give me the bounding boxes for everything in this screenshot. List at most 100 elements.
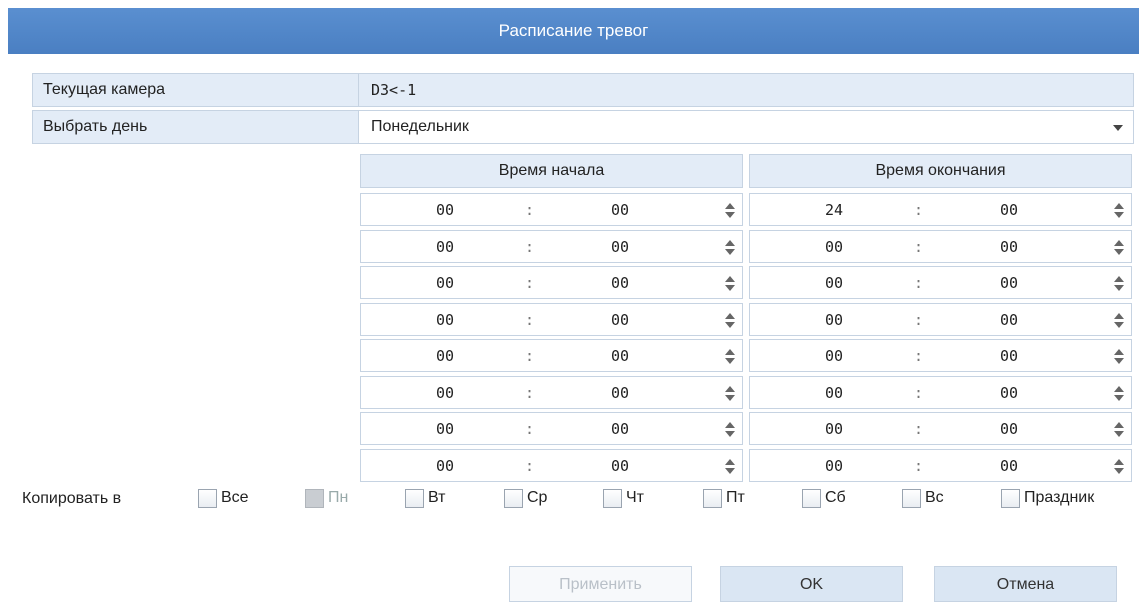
start-minute[interactable]: 00 — [611, 384, 629, 402]
cancel-button[interactable]: Отмена — [934, 566, 1117, 602]
end-minute[interactable]: 00 — [1000, 238, 1018, 256]
start-up-arrow-icon[interactable] — [725, 459, 735, 465]
end-up-arrow-icon[interactable] — [1114, 349, 1124, 355]
checkbox[interactable] — [802, 488, 821, 508]
start-down-arrow-icon[interactable] — [725, 395, 735, 401]
end-up-arrow-icon[interactable] — [1114, 386, 1124, 392]
end-hour[interactable]: 00 — [825, 347, 843, 365]
end-spinner-icon[interactable] — [1113, 311, 1125, 331]
select-day-dropdown[interactable]: Понедельник — [359, 111, 1133, 143]
start-up-arrow-icon[interactable] — [725, 349, 735, 355]
start-hour[interactable]: 00 — [436, 420, 454, 438]
copy-option-0[interactable]: Все — [198, 486, 249, 510]
start-down-arrow-icon[interactable] — [725, 322, 735, 328]
end-minute[interactable]: 00 — [1000, 420, 1018, 438]
ok-button[interactable]: OK — [720, 566, 903, 602]
start-spinner-icon[interactable] — [724, 274, 736, 294]
end-spinner-icon[interactable] — [1113, 457, 1125, 477]
apply-button[interactable]: Применить — [509, 566, 692, 602]
end-hour[interactable]: 00 — [825, 238, 843, 256]
end-up-arrow-icon[interactable] — [1114, 203, 1124, 209]
end-hour[interactable]: 00 — [825, 274, 843, 292]
start-time-field[interactable]: 00: 00 — [360, 266, 743, 299]
start-hour[interactable]: 00 — [436, 274, 454, 292]
checkbox[interactable] — [1001, 488, 1020, 508]
end-hour[interactable]: 00 — [825, 420, 843, 438]
end-down-arrow-icon[interactable] — [1114, 358, 1124, 364]
end-minute[interactable]: 00 — [1000, 201, 1018, 219]
checkbox[interactable] — [198, 488, 217, 508]
start-hour[interactable]: 00 — [436, 201, 454, 219]
end-up-arrow-icon[interactable] — [1114, 313, 1124, 319]
start-minute[interactable]: 00 — [611, 420, 629, 438]
start-spinner-icon[interactable] — [724, 201, 736, 221]
start-hour[interactable]: 00 — [436, 457, 454, 475]
start-spinner-icon[interactable] — [724, 311, 736, 331]
end-down-arrow-icon[interactable] — [1114, 249, 1124, 255]
start-up-arrow-icon[interactable] — [725, 276, 735, 282]
end-hour[interactable]: 24 — [825, 201, 843, 219]
start-hour[interactable]: 00 — [436, 384, 454, 402]
start-spinner-icon[interactable] — [724, 457, 736, 477]
chevron-down-icon[interactable] — [1113, 125, 1123, 131]
start-hour[interactable]: 00 — [436, 238, 454, 256]
checkbox[interactable] — [405, 488, 424, 508]
end-spinner-icon[interactable] — [1113, 201, 1125, 221]
start-spinner-icon[interactable] — [724, 347, 736, 367]
start-down-arrow-icon[interactable] — [725, 285, 735, 291]
end-up-arrow-icon[interactable] — [1114, 240, 1124, 246]
start-spinner-icon[interactable] — [724, 238, 736, 258]
end-hour[interactable]: 00 — [825, 457, 843, 475]
start-down-arrow-icon[interactable] — [725, 468, 735, 474]
end-spinner-icon[interactable] — [1113, 420, 1125, 440]
copy-option-8[interactable]: Праздник — [1001, 486, 1094, 510]
end-time-field[interactable]: 00: 00 — [749, 376, 1132, 409]
start-time-field[interactable]: 00: 00 — [360, 193, 743, 226]
end-down-arrow-icon[interactable] — [1114, 322, 1124, 328]
end-down-arrow-icon[interactable] — [1114, 431, 1124, 437]
start-minute[interactable]: 00 — [611, 347, 629, 365]
start-minute[interactable]: 00 — [611, 457, 629, 475]
start-down-arrow-icon[interactable] — [725, 249, 735, 255]
start-up-arrow-icon[interactable] — [725, 240, 735, 246]
end-hour[interactable]: 00 — [825, 311, 843, 329]
end-down-arrow-icon[interactable] — [1114, 212, 1124, 218]
end-minute[interactable]: 00 — [1000, 347, 1018, 365]
start-time-field[interactable]: 00: 00 — [360, 376, 743, 409]
end-time-field[interactable]: 00: 00 — [749, 230, 1132, 263]
end-minute[interactable]: 00 — [1000, 384, 1018, 402]
start-down-arrow-icon[interactable] — [725, 358, 735, 364]
checkbox[interactable] — [603, 488, 622, 508]
end-spinner-icon[interactable] — [1113, 238, 1125, 258]
copy-option-2[interactable]: Вт — [405, 486, 445, 510]
end-spinner-icon[interactable] — [1113, 274, 1125, 294]
end-hour[interactable]: 00 — [825, 384, 843, 402]
start-down-arrow-icon[interactable] — [725, 212, 735, 218]
copy-option-3[interactable]: Ср — [504, 486, 547, 510]
start-spinner-icon[interactable] — [724, 384, 736, 404]
end-time-field[interactable]: 00: 00 — [749, 449, 1132, 482]
end-up-arrow-icon[interactable] — [1114, 276, 1124, 282]
end-up-arrow-icon[interactable] — [1114, 422, 1124, 428]
copy-option-6[interactable]: Сб — [802, 486, 846, 510]
end-minute[interactable]: 00 — [1000, 457, 1018, 475]
start-time-field[interactable]: 00: 00 — [360, 230, 743, 263]
checkbox[interactable] — [902, 488, 921, 508]
start-minute[interactable]: 00 — [611, 274, 629, 292]
start-minute[interactable]: 00 — [611, 311, 629, 329]
end-down-arrow-icon[interactable] — [1114, 395, 1124, 401]
end-minute[interactable]: 00 — [1000, 274, 1018, 292]
end-spinner-icon[interactable] — [1113, 384, 1125, 404]
start-hour[interactable]: 00 — [436, 311, 454, 329]
end-spinner-icon[interactable] — [1113, 347, 1125, 367]
end-down-arrow-icon[interactable] — [1114, 285, 1124, 291]
start-up-arrow-icon[interactable] — [725, 313, 735, 319]
end-time-field[interactable]: 00: 00 — [749, 339, 1132, 372]
end-down-arrow-icon[interactable] — [1114, 468, 1124, 474]
copy-option-4[interactable]: Чт — [603, 486, 644, 510]
checkbox[interactable] — [703, 488, 722, 508]
start-time-field[interactable]: 00: 00 — [360, 449, 743, 482]
start-minute[interactable]: 00 — [611, 201, 629, 219]
end-time-field[interactable]: 24: 00 — [749, 193, 1132, 226]
start-time-field[interactable]: 00: 00 — [360, 339, 743, 372]
